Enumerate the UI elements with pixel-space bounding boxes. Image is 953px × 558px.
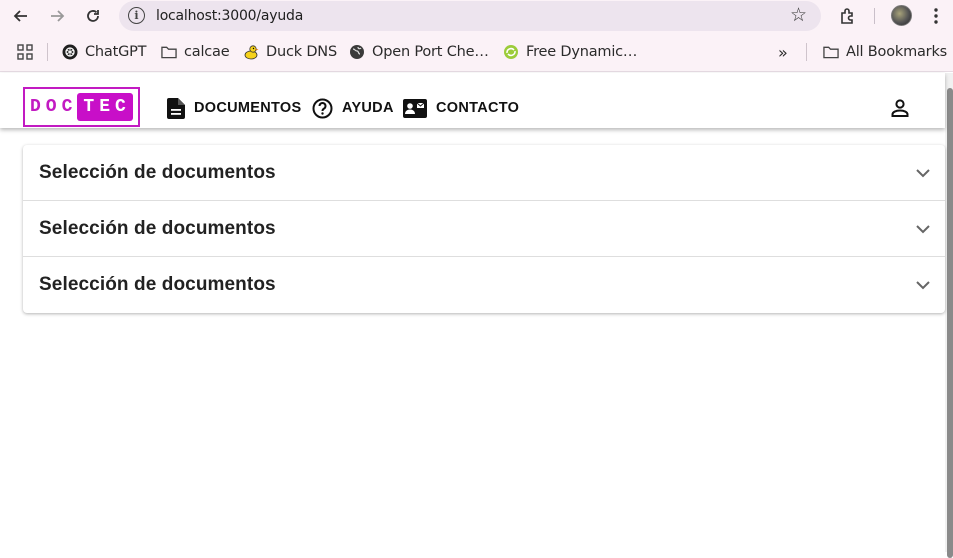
- help-icon: [312, 98, 333, 118]
- back-icon[interactable]: [9, 4, 33, 28]
- expand-chevron-icon[interactable]: [913, 219, 933, 239]
- bookmark-label: Free Dynamic…: [526, 44, 638, 60]
- expand-chevron-icon[interactable]: [913, 275, 933, 295]
- bookmark-label: ChatGPT: [85, 44, 147, 60]
- nav-documentos[interactable]: DOCUMENTOS: [167, 96, 301, 120]
- folder-icon: [161, 44, 177, 60]
- bookmark-free-dynamic[interactable]: Free Dynamic…: [503, 43, 637, 61]
- chatgpt-icon: [62, 44, 78, 60]
- all-bookmarks-button[interactable]: All Bookmarks: [823, 43, 947, 61]
- bookmark-duck-dns[interactable]: Duck DNS: [243, 43, 337, 61]
- document-icon: [167, 97, 185, 119]
- bookmark-label: Open Port Che…: [372, 44, 489, 60]
- accordion-title: Selección de documentos: [39, 161, 276, 183]
- accordion-item[interactable]: Selección de documentos: [23, 257, 945, 313]
- accordion-title: Selección de documentos: [39, 274, 276, 295]
- doctec-logo[interactable]: DOC TEC: [23, 87, 140, 127]
- bookmark-open-port-checker[interactable]: Open Port Che…: [349, 43, 489, 61]
- user-account-icon[interactable]: [886, 94, 914, 122]
- extensions-icon[interactable]: [836, 4, 860, 28]
- dynamic-dns-icon: [503, 44, 519, 60]
- bookmark-star-icon[interactable]: ☆: [790, 4, 807, 27]
- nav-label: DOCUMENTOS: [194, 100, 302, 116]
- bookmark-calcae[interactable]: calcae: [161, 43, 230, 61]
- site-info-icon[interactable]: i: [128, 7, 145, 24]
- page-scrollbar-thumb[interactable]: [947, 88, 953, 558]
- toolbar-divider: [874, 8, 875, 24]
- bookmarks-separator: [47, 43, 48, 61]
- bookmark-label: Duck DNS: [266, 44, 337, 60]
- folder-icon: [823, 44, 839, 60]
- nav-label: AYUDA: [342, 100, 394, 116]
- forward-icon[interactable]: [45, 4, 69, 28]
- address-bar[interactable]: i localhost:3000/ayuda ☆: [119, 1, 821, 31]
- expand-chevron-icon[interactable]: [913, 163, 933, 183]
- logo-doc-text: DOC: [30, 97, 78, 117]
- app-header: DOC TEC DOCUMENTOS AYUDA CONTACTO: [0, 73, 945, 128]
- accordion-item[interactable]: Selección de documentos: [23, 145, 945, 201]
- bookmarks-bar: ChatGPT calcae Duck DNS Open Port Che… F…: [0, 32, 953, 72]
- nav-contacto[interactable]: CONTACTO: [403, 96, 519, 120]
- bookmarks-separator: [806, 43, 807, 61]
- contact-card-icon: [403, 98, 427, 118]
- bookmark-label: calcae: [184, 44, 230, 60]
- url-text[interactable]: localhost:3000/ayuda: [156, 8, 303, 24]
- accordion-title: Selección de documentos: [39, 217, 276, 239]
- apps-grid-icon[interactable]: [17, 43, 33, 61]
- browser-toolbar: i localhost:3000/ayuda ☆: [0, 0, 953, 32]
- nav-ayuda[interactable]: AYUDA: [312, 96, 394, 120]
- all-bookmarks-label: All Bookmarks: [846, 44, 947, 60]
- more-bookmarks-icon[interactable]: »: [778, 43, 788, 62]
- duck-icon: [243, 44, 259, 60]
- logo-tec-text: TEC: [77, 93, 133, 121]
- nav-label: CONTACTO: [436, 100, 520, 116]
- reload-icon[interactable]: [81, 4, 105, 28]
- accordion-item[interactable]: Selección de documentos: [23, 201, 945, 257]
- help-accordion: Selección de documentos Selección de doc…: [23, 145, 945, 313]
- bookmark-chatgpt[interactable]: ChatGPT: [62, 43, 147, 61]
- menu-kebab-icon[interactable]: [924, 4, 948, 28]
- globe-icon: [349, 44, 365, 60]
- profile-avatar[interactable]: [891, 5, 912, 26]
